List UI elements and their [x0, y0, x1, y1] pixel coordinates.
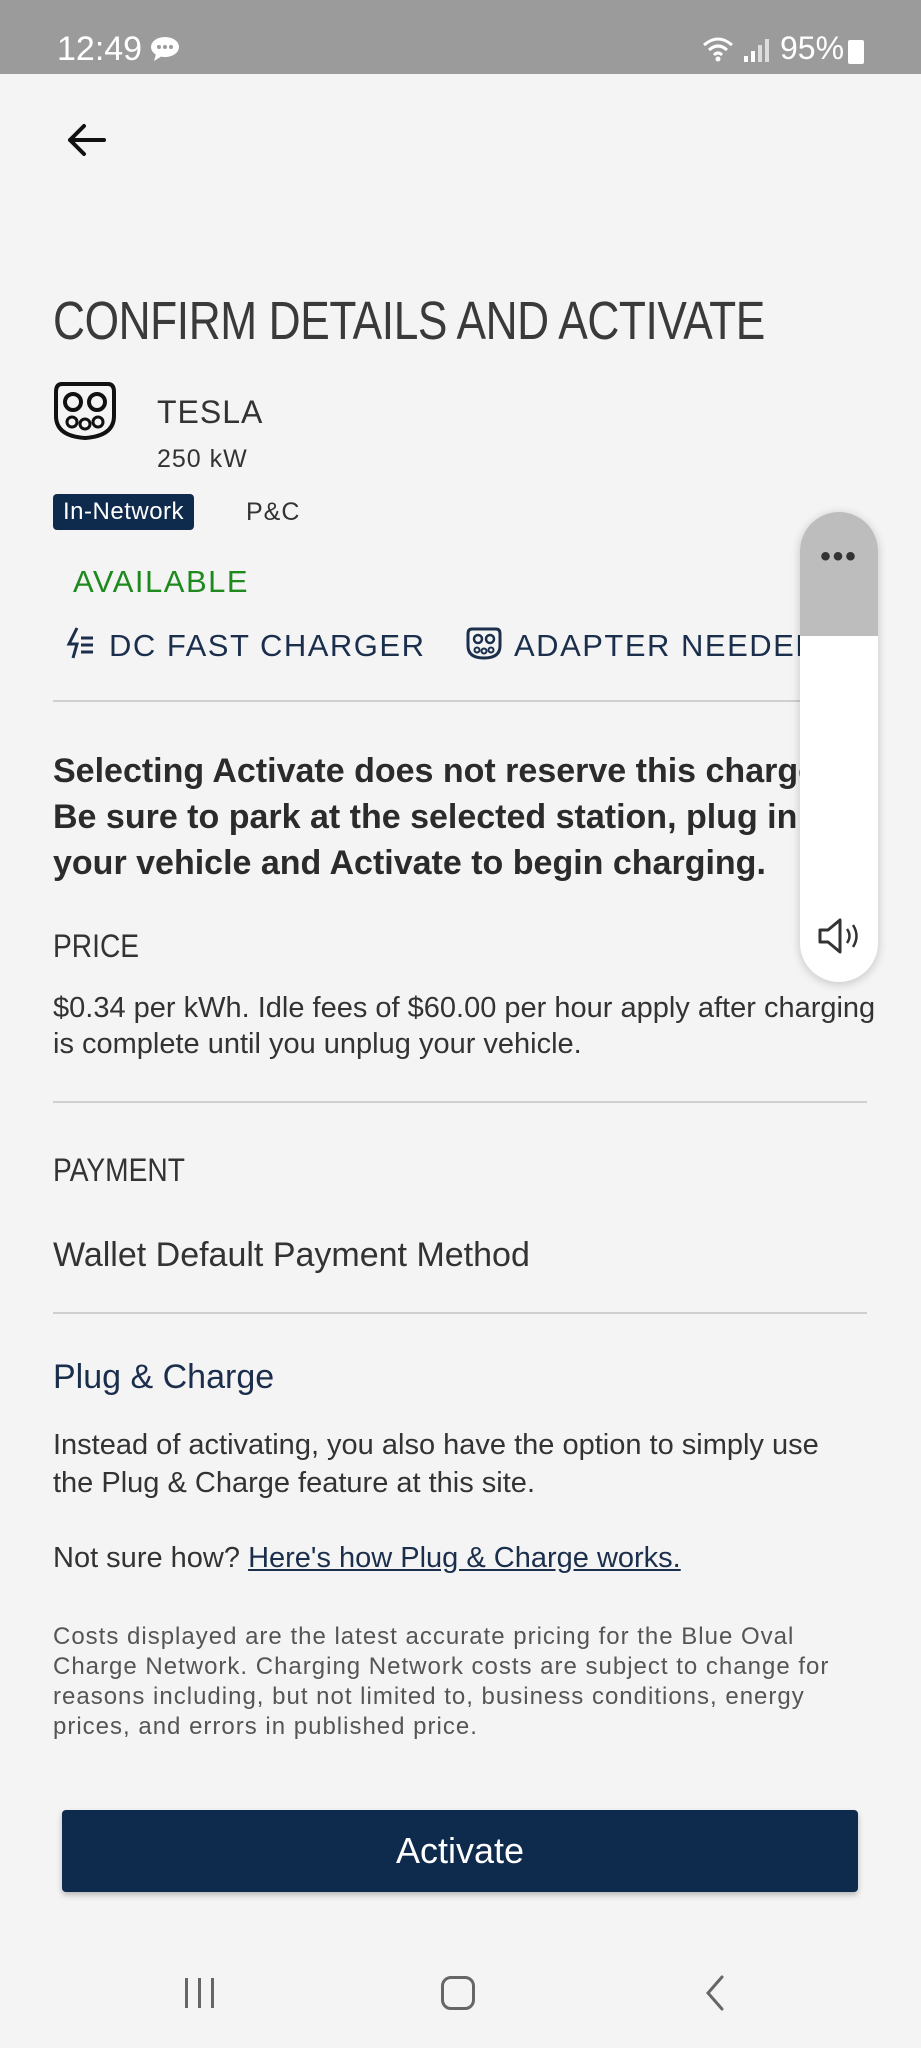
plug-charge-link[interactable]: Here's how Plug & Charge works. — [248, 1542, 681, 1574]
price-text: $0.34 per kWh. Idle fees of $60.00 per h… — [53, 992, 876, 1060]
status-time: 12:49 — [57, 30, 143, 68]
tesla-connector-icon — [54, 382, 116, 441]
notice-line: your vehicle and Activate to begin charg… — [53, 844, 766, 882]
availability-status: AVAILABLE — [73, 564, 250, 599]
notice-line: Be sure to park at the selected station,… — [53, 798, 798, 836]
plug-charge-help: Not sure how? Here's how Plug & Charge w… — [53, 1542, 681, 1575]
help-prefix: Not sure how? — [53, 1542, 240, 1574]
pricing-disclaimer: Costs displayed are the latest accurate … — [53, 1623, 830, 1740]
notice-line: Selecting Activate does not reserve this… — [53, 752, 813, 790]
nav-back-icon[interactable] — [700, 1974, 730, 2012]
divider — [53, 1101, 867, 1103]
divider — [53, 1312, 867, 1314]
station-power: 250 kW — [157, 445, 248, 473]
price-label: PRICE — [53, 928, 140, 964]
payment-method[interactable]: Wallet Default Payment Method — [53, 1236, 530, 1275]
adapter-icon — [466, 627, 502, 660]
wifi-icon — [703, 37, 733, 62]
speaker-icon[interactable] — [816, 916, 862, 956]
volume-panel[interactable]: ••• — [800, 512, 878, 982]
station-name: TESLA — [157, 394, 264, 430]
signal-icon — [744, 39, 769, 62]
plug-charge-text: Instead of activating, you also have the… — [53, 1429, 819, 1499]
network-badge: In-Network — [53, 494, 195, 530]
page-title: CONFIRM DETAILS AND ACTIVATE — [53, 291, 765, 351]
battery-icon — [848, 40, 864, 64]
more-icon[interactable]: ••• — [800, 540, 878, 574]
home-icon[interactable] — [441, 1976, 475, 2010]
activate-button[interactable]: Activate — [62, 1810, 858, 1892]
status-bar: 12:49 95% — [0, 0, 921, 74]
payment-label: PAYMENT — [53, 1152, 185, 1188]
plug-charge-heading: Plug & Charge — [53, 1358, 275, 1396]
message-icon — [151, 37, 179, 61]
feature-dc-fast: DC FAST CHARGER — [109, 628, 426, 663]
recent-apps-icon[interactable] — [182, 1976, 218, 2010]
feature-adapter: ADAPTER NEEDED — [514, 628, 820, 663]
volume-level — [800, 512, 878, 636]
battery-percent: 95% — [780, 30, 845, 66]
lightning-icon — [66, 627, 93, 659]
back-arrow-icon[interactable] — [64, 118, 108, 162]
pc-tag: P&C — [246, 498, 301, 526]
activation-notice: Selecting Activate does not reserve this… — [53, 748, 813, 886]
divider — [53, 700, 867, 702]
